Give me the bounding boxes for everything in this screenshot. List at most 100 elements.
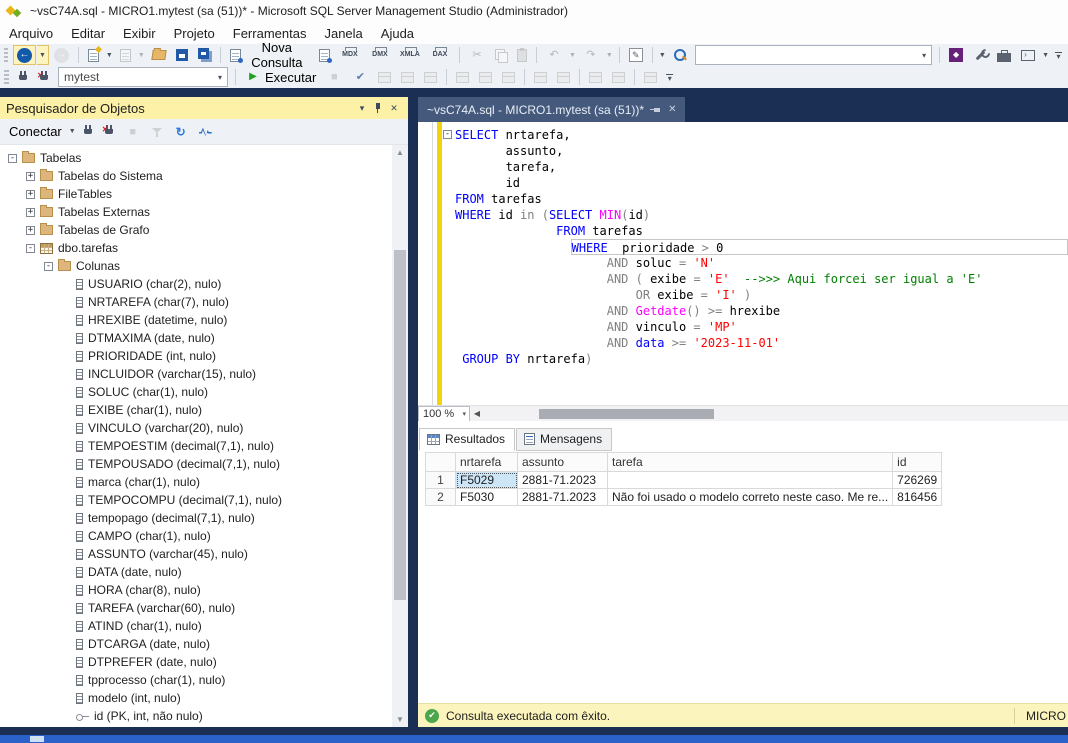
oe-connect-button[interactable]: Conectar xyxy=(5,122,66,142)
tree-item[interactable]: marca (char(1), nulo) xyxy=(0,473,392,491)
scroll-down-icon[interactable]: ▼ xyxy=(392,712,408,727)
find-button[interactable] xyxy=(669,45,691,65)
decrease-indent-button[interactable] xyxy=(585,67,606,87)
taskbar-app-icon[interactable] xyxy=(30,736,44,742)
grid-corner-cell[interactable] xyxy=(426,453,456,472)
menu-item-editar[interactable]: Editar xyxy=(62,24,114,43)
menu-item-ajuda[interactable]: Ajuda xyxy=(372,24,423,43)
oe-connect-dropdown[interactable]: ▼ xyxy=(67,122,78,142)
undo-dropdown[interactable]: ▼ xyxy=(567,45,578,65)
tree-item[interactable]: HREXIBE (datetime, nulo) xyxy=(0,311,392,329)
scrollbar-thumb[interactable] xyxy=(394,250,406,600)
nova-consulta-button[interactable]: Nova Consulta xyxy=(226,45,313,65)
tree-item[interactable]: DTMAXIMA (date, nulo) xyxy=(0,329,392,347)
undo-button[interactable]: ↶ xyxy=(542,45,566,65)
hidden-commands-dropdown[interactable]: ▼ xyxy=(657,45,668,65)
tree-scrollbar[interactable]: ▲ ▼ xyxy=(392,145,408,727)
hscrollbar-thumb[interactable] xyxy=(539,409,714,419)
grid-cell[interactable] xyxy=(608,472,893,489)
parse-button[interactable]: ✔ xyxy=(348,67,372,87)
live-query-statistics-button[interactable] xyxy=(397,67,418,87)
database-engine-query-button[interactable] xyxy=(315,45,334,65)
tree-item[interactable]: DTCARGA (date, nulo) xyxy=(0,635,392,653)
tree-item[interactable]: ATIND (char(1), nulo) xyxy=(0,617,392,635)
grid-cell[interactable]: 2881-71.2023 xyxy=(518,489,608,506)
window-position-dropdown-icon[interactable]: ▾ xyxy=(354,100,370,116)
change-connection-button[interactable]: ✕ xyxy=(35,67,54,87)
collapse-icon[interactable]: - xyxy=(44,262,53,271)
intellisense-toggle-button[interactable]: ✎ xyxy=(625,45,647,65)
tree-item[interactable]: tempopago (decimal(7,1), nulo) xyxy=(0,509,392,527)
forward-button[interactable]: → xyxy=(50,45,73,65)
uncomment-selection-button[interactable] xyxy=(553,67,574,87)
tree-item[interactable]: INCLUIDOR (varchar(15), nulo) xyxy=(0,365,392,383)
pin-icon[interactable] xyxy=(370,100,386,116)
tree-item[interactable]: TEMPOUSADO (decimal(7,1), nulo) xyxy=(0,455,392,473)
main-toolbar-overflow[interactable]: ▾ xyxy=(1055,52,1062,59)
tree-item[interactable]: TEMPOCOMPU (decimal(7,1), nulo) xyxy=(0,491,392,509)
chevron-down-icon[interactable]: ▾ xyxy=(917,51,931,60)
grid-cell[interactable]: 816456 xyxy=(893,489,942,506)
tree-item[interactable]: id (PK, int, não nulo) xyxy=(0,707,392,725)
connect-button[interactable] xyxy=(14,67,33,87)
document-tab[interactable]: ~vsC74A.sql - MICRO1.mytest (sa (51))* ✕ xyxy=(418,97,685,122)
oe-refresh-button[interactable]: ↻ xyxy=(169,122,193,142)
results-grid[interactable]: nrtarefaassuntotarefaid1F50292881-71.202… xyxy=(425,452,942,506)
comment-selection-button[interactable] xyxy=(530,67,551,87)
save-button[interactable] xyxy=(172,45,192,65)
grid-row-header[interactable]: 2 xyxy=(426,489,456,506)
tools-dropdown[interactable]: ▼ xyxy=(1040,45,1051,65)
editor-zoom-select[interactable]: 100 % ▾ xyxy=(418,406,470,422)
grid-cell[interactable]: F5030 xyxy=(456,489,518,506)
cancel-query-button[interactable]: ■ xyxy=(322,67,346,87)
tree-item[interactable]: USUARIO (char(2), nulo) xyxy=(0,275,392,293)
windows-taskbar[interactable] xyxy=(0,735,1068,743)
tree-item[interactable]: NRTAREFA (char(7), nulo) xyxy=(0,293,392,311)
results-to-text-button[interactable] xyxy=(452,67,473,87)
query-toolbar-overflow[interactable]: ▾ xyxy=(666,74,673,81)
menu-item-janela[interactable]: Janela xyxy=(315,24,371,43)
oe-filter-button[interactable] xyxy=(147,122,167,142)
add-item-button[interactable] xyxy=(116,45,135,65)
specify-template-parameters-button[interactable] xyxy=(640,67,661,87)
new-file-dropdown[interactable]: ▼ xyxy=(104,45,115,65)
menu-item-exibir[interactable]: Exibir xyxy=(114,24,165,43)
grid-column-header[interactable]: tarefa xyxy=(608,453,893,472)
toolbox-button[interactable] xyxy=(993,45,1015,65)
tree-item[interactable]: EXIBE (char(1), nulo) xyxy=(0,401,392,419)
grid-cell[interactable]: F5029 xyxy=(456,472,518,489)
back-history-dropdown[interactable]: ▼ xyxy=(37,45,49,65)
grid-column-header[interactable]: id xyxy=(893,453,942,472)
tree-item[interactable]: SOLUC (char(1), nulo) xyxy=(0,383,392,401)
database-combo[interactable]: mytest▾ xyxy=(58,67,228,87)
outline-collapse-icon[interactable]: - xyxy=(443,130,452,139)
tab-pin-icon[interactable] xyxy=(651,105,661,115)
menu-item-arquivo[interactable]: Arquivo xyxy=(0,24,62,43)
results-to-file-button[interactable] xyxy=(498,67,519,87)
execute-button[interactable]: ▶Executar xyxy=(241,67,320,87)
tab-close-icon[interactable]: ✕ xyxy=(668,104,676,115)
tools-button[interactable] xyxy=(969,45,991,65)
command-window-button[interactable]: › xyxy=(1017,45,1039,65)
collapse-icon[interactable]: - xyxy=(8,154,17,163)
expand-icon[interactable]: + xyxy=(26,190,35,199)
xmla-query-button[interactable]: XMLA xyxy=(396,45,424,65)
close-icon[interactable]: ✕ xyxy=(386,100,402,116)
extension-button[interactable]: ◆ xyxy=(945,45,967,65)
tree-item[interactable]: -dbo.tarefas xyxy=(0,239,392,257)
back-button[interactable]: ← xyxy=(13,45,36,65)
sql-editor[interactable]: - SELECT nrtarefa, assunto, tarefa, idFR… xyxy=(418,122,1068,405)
dax-query-button[interactable]: DAX xyxy=(426,45,454,65)
new-file-button[interactable] xyxy=(84,45,103,65)
results-to-grid-button[interactable] xyxy=(475,67,496,87)
results-tab-mensagens[interactable]: Mensagens xyxy=(516,428,612,451)
copy-button[interactable] xyxy=(491,45,511,65)
grid-cell[interactable]: 2881-71.2023 xyxy=(518,472,608,489)
results-tab-resultados[interactable]: Resultados xyxy=(419,428,515,451)
redo-button[interactable]: ↷ xyxy=(579,45,603,65)
tree-item[interactable]: +Tabelas Externas xyxy=(0,203,392,221)
tree-item[interactable]: +Tabelas de Grafo xyxy=(0,221,392,239)
find-combo[interactable]: ▾ xyxy=(695,45,932,65)
mdx-query-button[interactable]: MDX xyxy=(336,45,364,65)
tree-item[interactable]: TAREFA (varchar(60), nulo) xyxy=(0,599,392,617)
